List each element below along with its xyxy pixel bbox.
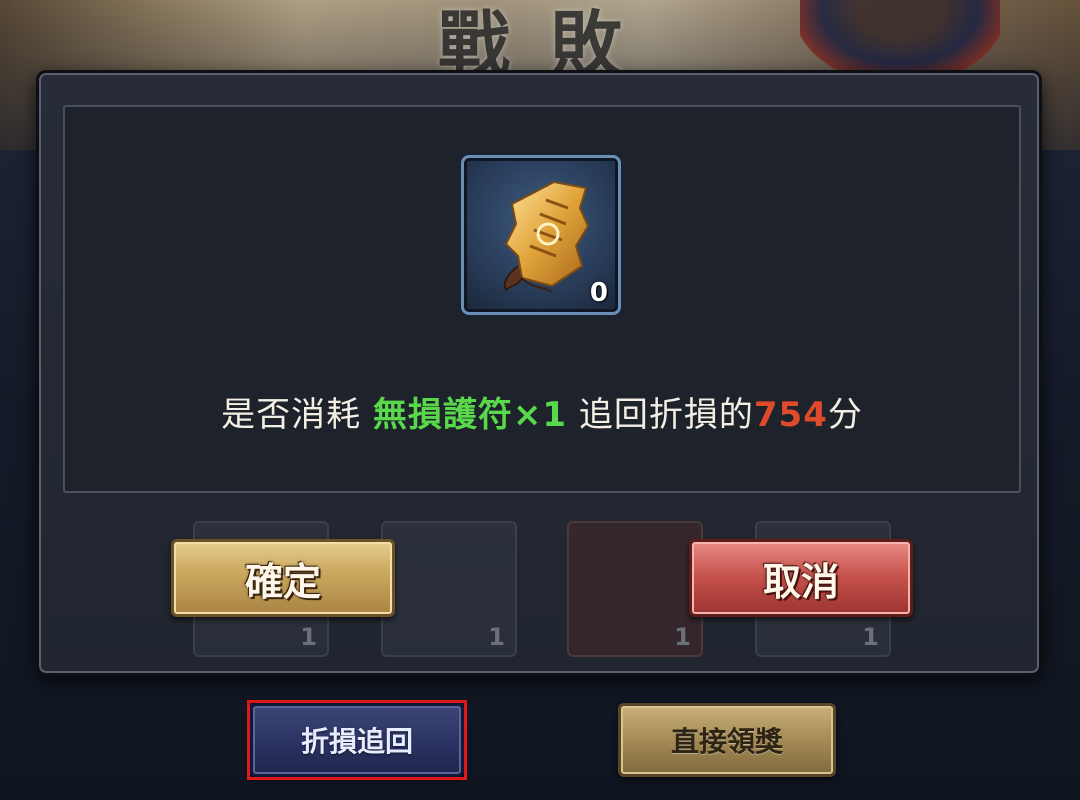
talisman-scroll-icon (504, 180, 590, 293)
message-item-name: 無損護符 (372, 395, 513, 435)
message-prefix: 是否消耗 (221, 395, 373, 435)
reward-slot-count: 1 (862, 623, 879, 651)
message-quantity: ×1 (512, 395, 568, 435)
cancel-label: 取消 (762, 559, 839, 604)
reward-slot-count: 1 (488, 623, 505, 651)
claim-reward-label: 直接領獎 (670, 725, 783, 758)
reward-slot: 1 (567, 521, 703, 657)
claim-reward-button[interactable]: 直接領獎 (618, 703, 836, 777)
reward-slot: 1 (381, 521, 517, 657)
cancel-button[interactable]: 取消 (689, 539, 913, 617)
message-suffix: 分 (827, 395, 863, 435)
message-middle: 追回折損的 (567, 395, 754, 435)
confirm-button[interactable]: 確定 (171, 539, 395, 617)
message-points: 754 (753, 395, 828, 435)
reward-slot-count: 1 (300, 623, 317, 651)
recover-losses-button[interactable]: 折損追回 (250, 703, 464, 777)
recover-losses-label: 折損追回 (300, 725, 413, 758)
confirm-dialog: 1 1 1 1 0 是否消耗 無損護符×1 追回折損的754分 確定 取消 (36, 70, 1042, 676)
confirm-message: 是否消耗 無損護符×1 追回折損的754分 (39, 387, 1045, 436)
item-count: 0 (589, 278, 608, 308)
confirm-label: 確定 (244, 559, 321, 604)
talisman-item-card: 0 (461, 155, 621, 315)
general-portrait (800, 0, 1000, 80)
reward-slot-count: 1 (674, 623, 691, 651)
